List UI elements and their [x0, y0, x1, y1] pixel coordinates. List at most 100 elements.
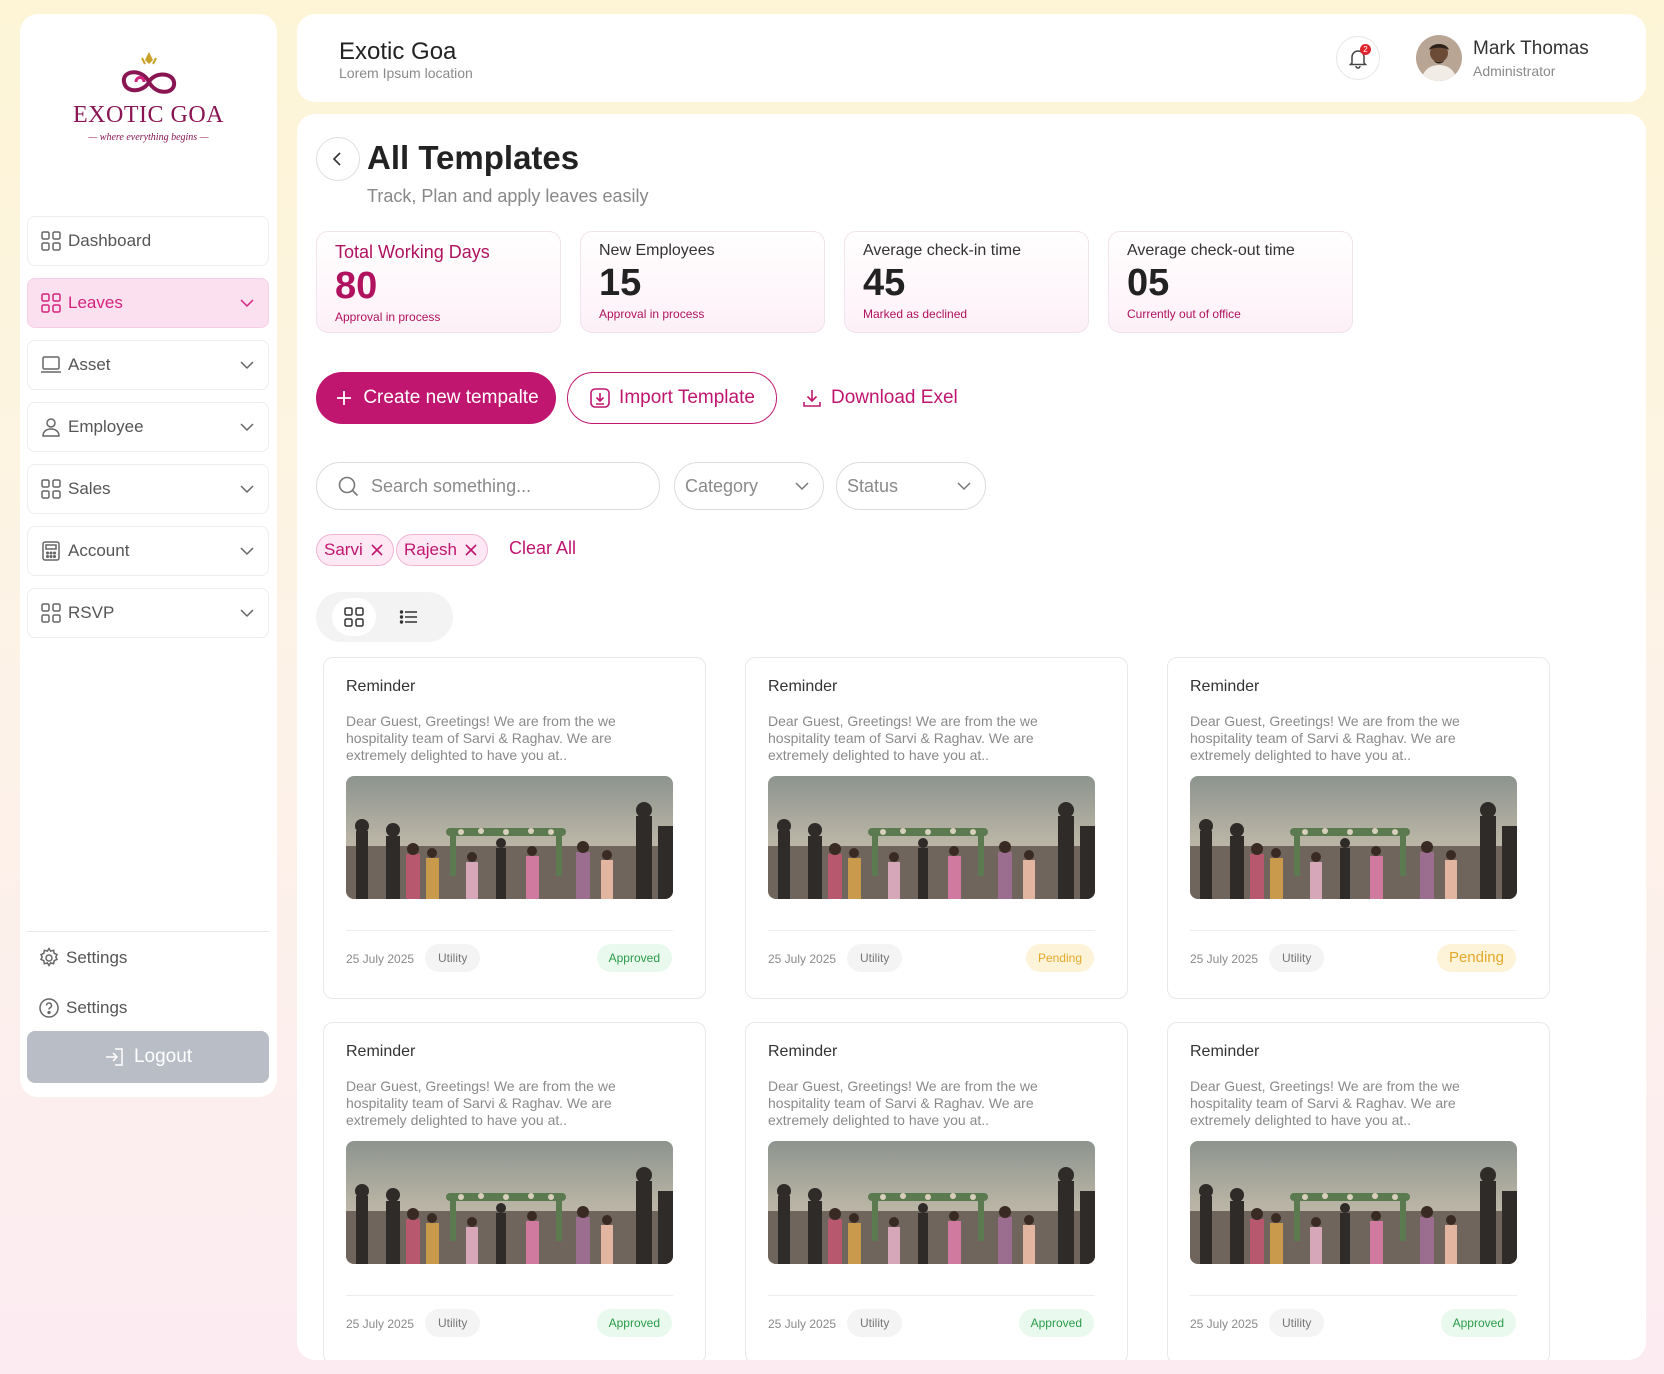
plus-icon [333, 387, 355, 409]
template-card[interactable]: Reminder Dear Guest, Greetings! We are f… [745, 657, 1128, 999]
card-divider [346, 930, 673, 931]
card-date: 25 July 2025 [346, 1317, 415, 1331]
status-select[interactable]: Status [836, 462, 986, 510]
card-divider [346, 1295, 673, 1296]
stat-label: Average check-in time [863, 242, 1021, 259]
sidebar-item-sales[interactable]: Sales [27, 464, 269, 514]
card-title: Reminder [768, 678, 838, 695]
stat-label: Average check-out time [1127, 242, 1295, 259]
close-icon[interactable] [369, 542, 385, 558]
download-excel-button[interactable]: Download Exel [801, 372, 958, 424]
laptop-icon [40, 354, 62, 376]
stat-note: Approval in process [335, 310, 441, 324]
stat-note: Currently out of office [1127, 307, 1241, 321]
template-card[interactable]: Reminder Dear Guest, Greetings! We are f… [1167, 657, 1550, 999]
chevron-down-icon [238, 418, 256, 436]
card-body: Dear Guest, Greetings! We are from the w… [1190, 713, 1460, 763]
sidebar-item-label: RSVP [68, 603, 115, 622]
chevron-left-icon [332, 152, 341, 166]
clear-all-link[interactable]: Clear All [509, 538, 576, 559]
card-title: Reminder [346, 1043, 416, 1060]
card-title: Reminder [346, 678, 416, 695]
sidebar-divider [27, 931, 269, 932]
template-card[interactable]: Reminder Dear Guest, Greetings! We are f… [323, 1022, 706, 1360]
grid-view-button[interactable] [332, 598, 376, 636]
user-name: Mark Thomas [1473, 38, 1589, 59]
card-body: Dear Guest, Greetings! We are from the w… [768, 713, 1038, 763]
main-content: All Templates Track, Plan and apply leav… [297, 114, 1646, 1360]
avatar[interactable] [1416, 35, 1462, 81]
import-template-label: Import Template [619, 387, 755, 408]
settings-link[interactable]: Settings [38, 947, 127, 969]
close-icon[interactable] [463, 542, 479, 558]
sidebar-item-label: Account [68, 541, 130, 560]
card-title: Reminder [768, 1043, 838, 1060]
sidebar-item-rsvp[interactable]: RSVP [27, 588, 269, 638]
category-select[interactable]: Category [674, 462, 824, 510]
card-title: Reminder [1190, 678, 1260, 695]
template-card[interactable]: Reminder Dear Guest, Greetings! We are f… [323, 657, 706, 999]
card-divider [768, 930, 1095, 931]
sidebar-item-dashboard[interactable]: Dashboard [27, 216, 269, 266]
card-date: 25 July 2025 [768, 1317, 837, 1331]
logout-button[interactable]: Logout [27, 1031, 269, 1083]
card-divider [768, 1295, 1095, 1296]
help-link[interactable]: Settings [38, 997, 127, 1019]
template-card[interactable]: Reminder Dear Guest, Greetings! We are f… [745, 1022, 1128, 1360]
logo-text: EXOTIC GOA [73, 102, 224, 128]
stat-value: 05 [1127, 262, 1170, 304]
sidebar: EXOTIC GOA — where everything begins — D… [20, 14, 277, 1097]
filter-chip-sarvi[interactable]: Sarvi [316, 534, 394, 566]
user-role: Administrator [1473, 63, 1556, 79]
logo-tagline: — where everything begins — [88, 132, 209, 143]
download-excel-label: Download Exel [831, 387, 958, 408]
back-button[interactable] [316, 137, 360, 181]
filter-chip-label: Sarvi [324, 540, 363, 559]
filter-chip-rajesh[interactable]: Rajesh [396, 534, 488, 566]
card-tag: Utility [1269, 944, 1325, 972]
card-tag: Utility [1269, 1309, 1325, 1337]
sidebar-item-employee[interactable]: Employee [27, 402, 269, 452]
sidebar-item-label: Employee [68, 417, 144, 436]
top-header: Exotic Goa Lorem Ipsum location 2 Mark T… [297, 14, 1646, 102]
chevron-down-icon [238, 604, 256, 622]
stat-note: Approval in process [599, 307, 705, 321]
user-icon [40, 416, 62, 438]
sidebar-item-account[interactable]: Account [27, 526, 269, 576]
download-icon [801, 387, 823, 409]
sidebar-item-asset[interactable]: Asset [27, 340, 269, 390]
grid-icon [40, 478, 62, 500]
logo-emblem-icon [121, 52, 176, 94]
header-subtitle: Lorem Ipsum location [339, 65, 473, 81]
grid-icon [344, 607, 364, 627]
stat-value: 80 [335, 265, 378, 307]
chevron-down-icon [795, 482, 809, 491]
sidebar-item-label: Leaves [68, 293, 123, 312]
stat-value: 15 [599, 262, 642, 304]
card-image [1190, 1141, 1517, 1264]
import-icon [589, 387, 611, 409]
logout-label: Logout [133, 1046, 193, 1067]
template-card[interactable]: Reminder Dear Guest, Greetings! We are f… [1167, 1022, 1550, 1360]
stat-card-new-employees: New Employees 15 Approval in process [580, 231, 825, 333]
card-tag: Utility [425, 944, 481, 972]
header-title: Exotic Goa [339, 38, 457, 65]
calculator-icon [40, 540, 62, 562]
status-badge: Pending [1025, 944, 1094, 972]
sidebar-item-label: Dashboard [68, 231, 152, 250]
search-input[interactable] [371, 475, 631, 497]
card-date: 25 July 2025 [1190, 952, 1259, 966]
card-tag: Utility [847, 1309, 903, 1337]
create-template-button[interactable]: Create new tempalte [316, 372, 556, 424]
stat-card-checkout: Average check-out time 05 Currently out … [1108, 231, 1353, 333]
status-badge: Approved [1018, 1309, 1094, 1337]
card-date: 25 July 2025 [1190, 1317, 1259, 1331]
sidebar-item-leaves[interactable]: Leaves [27, 278, 269, 328]
notification-button[interactable]: 2 [1336, 36, 1380, 80]
chevron-down-icon [957, 482, 971, 491]
gear-icon [38, 947, 60, 969]
status-badge: Pending [1436, 944, 1516, 972]
list-view-button[interactable] [387, 598, 431, 636]
card-body: Dear Guest, Greetings! We are from the w… [768, 1078, 1038, 1128]
import-template-button[interactable]: Import Template [567, 372, 777, 424]
